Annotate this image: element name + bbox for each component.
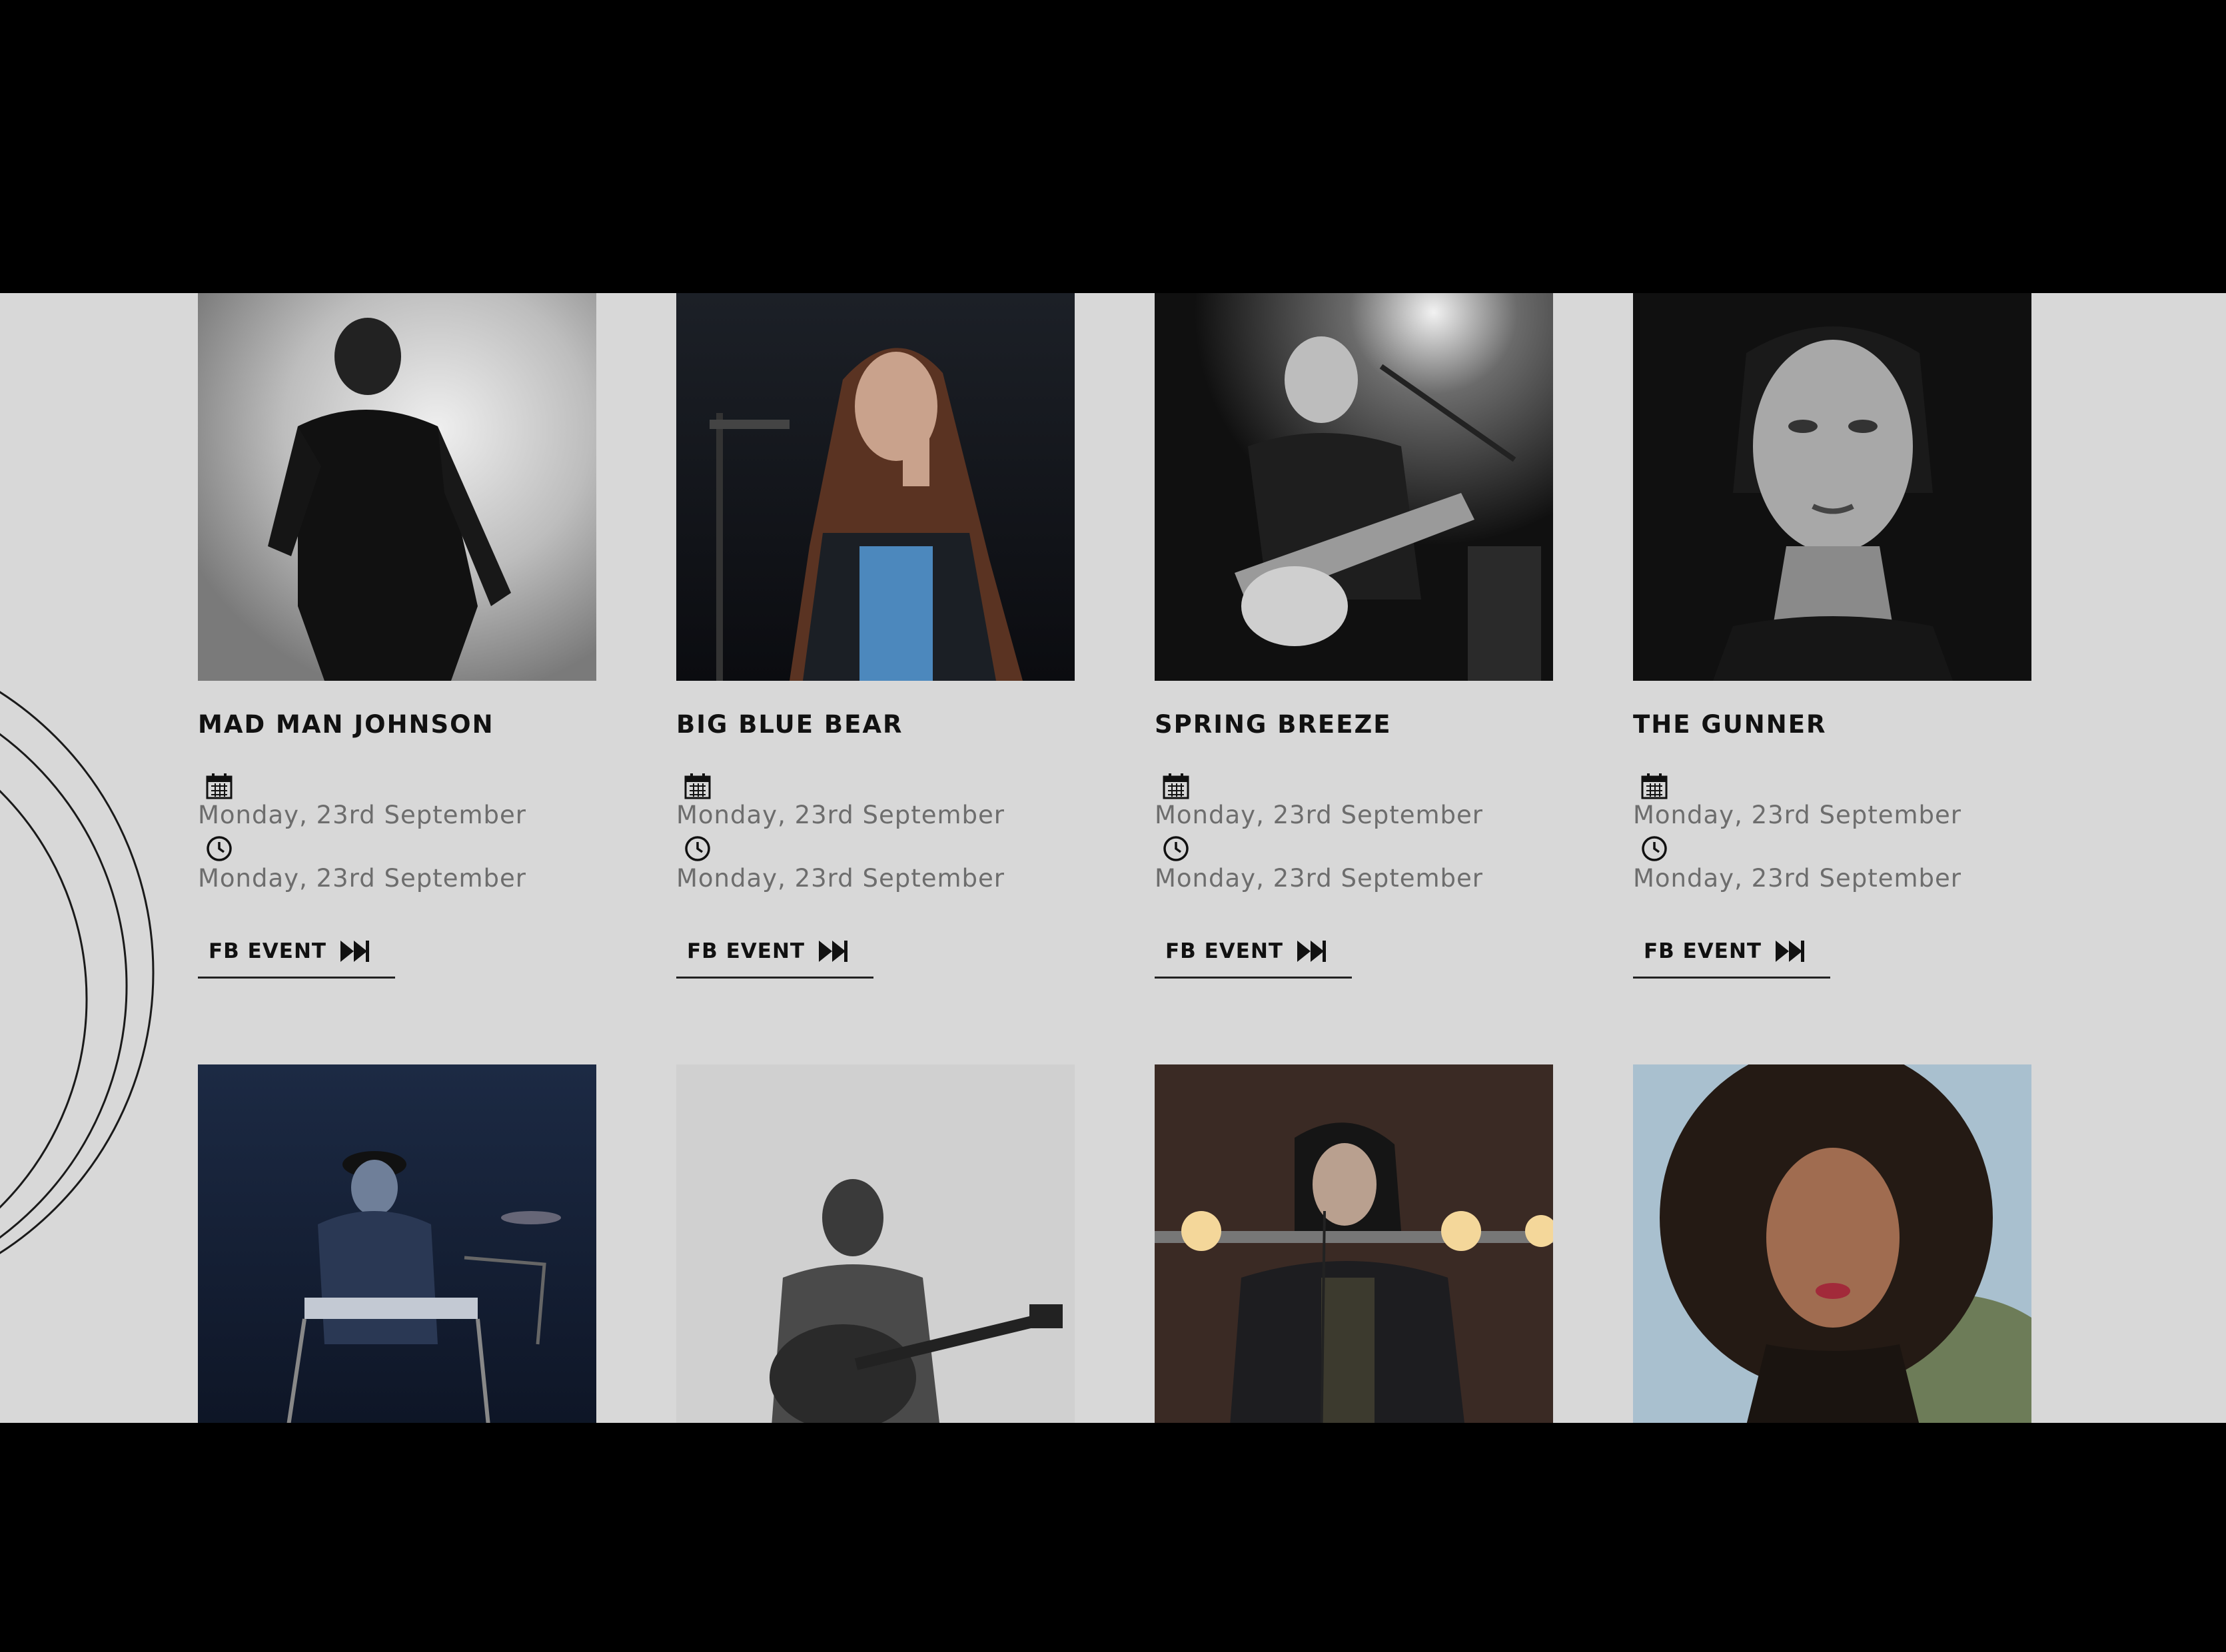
fast-forward-icon (1297, 941, 1326, 962)
event-photo[interactable] (1633, 293, 2031, 681)
fb-event-link[interactable]: FB EVENT (1633, 933, 1830, 979)
event-photo[interactable] (198, 293, 596, 681)
fb-event-link[interactable]: FB EVENT (1155, 933, 1352, 979)
clock-icon (1163, 836, 1189, 861)
fb-event-label: FB EVENT (209, 939, 327, 963)
event-photo[interactable] (198, 1064, 596, 1423)
event-name: THE GUNNER (1633, 710, 1827, 739)
event-time: Monday, 23rd September (1155, 864, 1483, 893)
event-name: BIG BLUE BEAR (676, 710, 903, 739)
calendar-icon (206, 773, 233, 799)
event-date: Monday, 23rd September (198, 801, 526, 829)
event-photo[interactable] (1633, 1064, 2031, 1423)
event-card: BIG BLUE BEAR Monday, 23rd September Mon… (676, 293, 1075, 979)
event-date: Monday, 23rd September (1155, 801, 1483, 829)
event-photo[interactable] (676, 1064, 1075, 1423)
events-section: MAD MAN JOHNSON Monday, 23rd September M… (0, 293, 2226, 1423)
event-photo[interactable] (676, 293, 1075, 681)
event-time: Monday, 23rd September (1633, 864, 1961, 893)
clock-icon (685, 836, 710, 861)
calendar-icon (1641, 773, 1668, 799)
event-name: SPRING BREEZE (1155, 710, 1392, 739)
event-card: MAD MAN JOHNSON Monday, 23rd September M… (198, 293, 596, 979)
event-card (1633, 1064, 2031, 1423)
event-photo[interactable] (1155, 293, 1553, 681)
event-time: Monday, 23rd September (676, 864, 1005, 893)
calendar-icon (684, 773, 711, 799)
fb-event-label: FB EVENT (1644, 939, 1762, 963)
event-date: Monday, 23rd September (676, 801, 1005, 829)
event-card: THE GUNNER Monday, 23rd September Monday… (1633, 293, 2031, 979)
event-card (676, 1064, 1075, 1423)
event-card (198, 1064, 596, 1423)
fb-event-link[interactable]: FB EVENT (198, 933, 395, 979)
event-name: MAD MAN JOHNSON (198, 710, 494, 739)
event-card: SPRING BREEZE Monday, 23rd September Mon… (1155, 293, 1553, 979)
fb-event-link[interactable]: FB EVENT (676, 933, 873, 979)
decorative-circles (0, 691, 155, 1254)
clock-icon (1642, 836, 1667, 861)
calendar-icon (1163, 773, 1189, 799)
clock-icon (207, 836, 232, 861)
event-time: Monday, 23rd September (198, 864, 526, 893)
event-date: Monday, 23rd September (1633, 801, 1961, 829)
event-card (1155, 1064, 1553, 1423)
fast-forward-icon (819, 941, 847, 962)
fast-forward-icon (1776, 941, 1804, 962)
event-photo[interactable] (1155, 1064, 1553, 1423)
fb-event-label: FB EVENT (687, 939, 806, 963)
fb-event-label: FB EVENT (1165, 939, 1284, 963)
fast-forward-icon (340, 941, 369, 962)
